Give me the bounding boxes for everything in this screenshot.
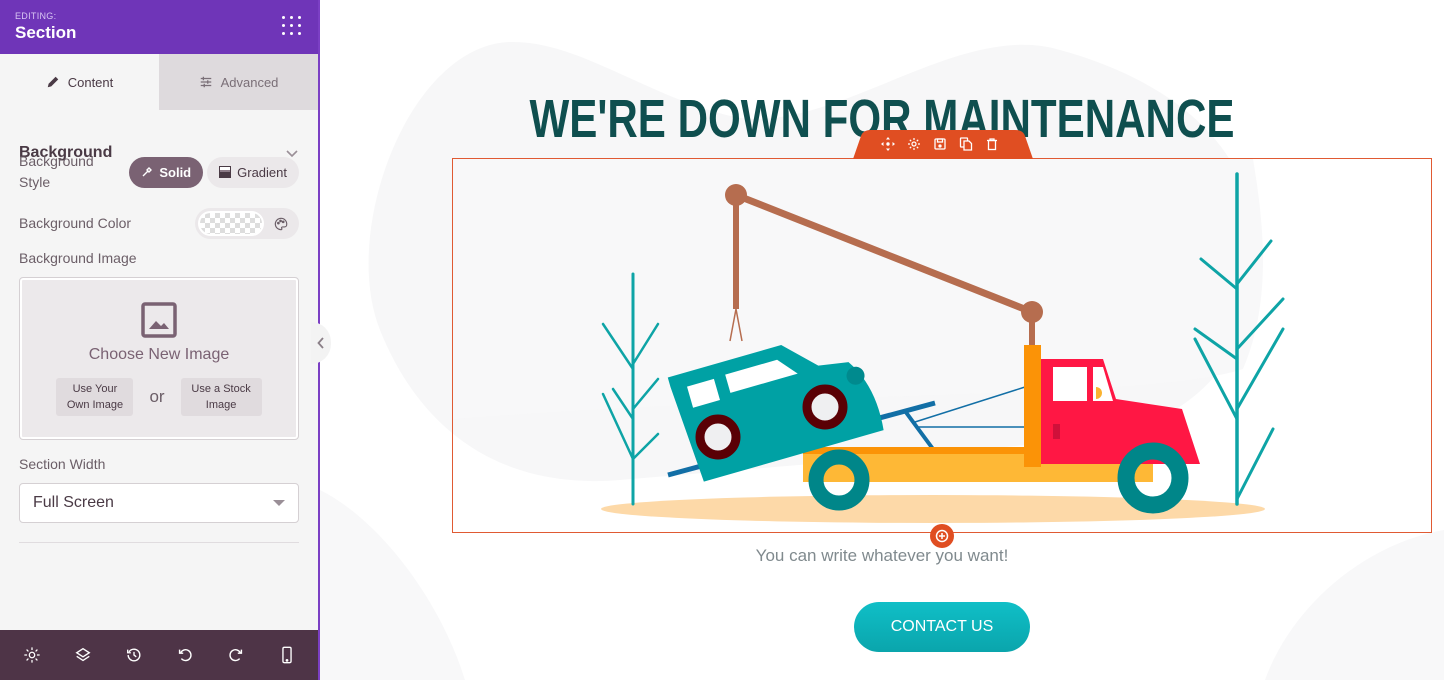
sidebar-footer-toolbar bbox=[0, 630, 318, 680]
editor-sidebar: EDITING: Section Content Advanced Backgr… bbox=[0, 0, 320, 680]
sidebar-header: EDITING: Section bbox=[0, 0, 318, 54]
tab-content-label: Content bbox=[67, 74, 114, 90]
redo-icon[interactable] bbox=[227, 646, 245, 664]
move-icon[interactable] bbox=[881, 137, 895, 151]
section-width-group: Section Width Full Screen bbox=[19, 454, 299, 523]
background-color-row: Background Color bbox=[19, 208, 299, 239]
gradient-option-label: Gradient bbox=[237, 164, 287, 180]
sliders-icon bbox=[200, 76, 211, 88]
save-icon[interactable] bbox=[933, 137, 947, 151]
background-style-toggle: Solid Gradient bbox=[129, 156, 299, 188]
choose-new-image-link[interactable]: Choose New Image bbox=[20, 346, 298, 364]
background-color-label: Background Color bbox=[19, 215, 132, 231]
image-icon[interactable] bbox=[141, 302, 177, 338]
sidebar-tabs: Content Advanced bbox=[0, 54, 318, 110]
background-image-label: Background Image bbox=[19, 250, 137, 266]
tab-advanced-label: Advanced bbox=[220, 74, 279, 90]
plus-circle-icon bbox=[935, 529, 949, 543]
editing-title: Section bbox=[15, 23, 77, 42]
use-own-image-button[interactable]: Use Your Own Image bbox=[56, 378, 134, 416]
section-width-select[interactable]: Full Screen bbox=[19, 483, 299, 523]
section-toolbar bbox=[881, 137, 999, 151]
selected-section[interactable] bbox=[452, 130, 1433, 548]
background-color-picker[interactable] bbox=[195, 208, 299, 239]
copy-icon[interactable] bbox=[959, 137, 973, 151]
tow-truck-illustration[interactable] bbox=[453, 159, 1433, 534]
delete-icon[interactable] bbox=[985, 137, 999, 151]
pencil-icon bbox=[47, 76, 58, 88]
caret-down-icon bbox=[273, 500, 285, 506]
image-source-actions: Use Your Own Image or Use a Stock Image bbox=[20, 378, 298, 416]
palette-icon[interactable] bbox=[274, 217, 288, 231]
undo-icon[interactable] bbox=[176, 646, 194, 664]
eyedropper-icon bbox=[142, 167, 153, 177]
solid-option-label: Solid bbox=[159, 164, 192, 180]
add-section-button[interactable] bbox=[930, 524, 954, 548]
gradient-option[interactable]: Gradient bbox=[207, 156, 299, 188]
editing-label: EDITING: bbox=[15, 11, 57, 21]
contact-us-button[interactable]: CONTACT US bbox=[854, 602, 1030, 652]
layers-icon[interactable] bbox=[74, 646, 92, 664]
solid-option[interactable]: Solid bbox=[129, 156, 204, 188]
mobile-icon[interactable] bbox=[278, 646, 296, 664]
tab-advanced[interactable]: Advanced bbox=[159, 54, 318, 110]
or-separator: or bbox=[149, 387, 165, 406]
background-style-label: Background Style bbox=[19, 153, 94, 190]
chevron-left-icon bbox=[317, 337, 324, 349]
background-image-dropzone[interactable]: Choose New Image Use Your Own Image or U… bbox=[19, 277, 299, 440]
settings-icon[interactable] bbox=[907, 137, 921, 151]
gradient-icon bbox=[219, 166, 232, 178]
section-width-label: Section Width bbox=[19, 456, 106, 472]
apps-grid-icon[interactable] bbox=[282, 16, 302, 36]
tab-content[interactable]: Content bbox=[0, 54, 159, 110]
background-style-row: Background Style Solid Gradient bbox=[19, 151, 299, 193]
section-width-value: Full Screen bbox=[33, 494, 114, 511]
background-image-group: Background Image Choose New Image Use Yo… bbox=[19, 248, 299, 440]
history-icon[interactable] bbox=[125, 646, 143, 664]
settings-icon[interactable] bbox=[23, 646, 41, 664]
page-builder: EDITING: Section Content Advanced Backgr… bbox=[0, 0, 1444, 680]
color-swatch[interactable] bbox=[198, 211, 264, 236]
use-stock-image-button[interactable]: Use a Stock Image bbox=[180, 378, 262, 416]
maintenance-subtitle[interactable]: You can write whatever you want! bbox=[320, 546, 1444, 566]
preview-canvas: WE'RE DOWN FOR MAINTENANCE You can write… bbox=[320, 0, 1444, 680]
panel-divider bbox=[19, 542, 299, 543]
background-panel: Background Background Style Solid Gradie… bbox=[0, 110, 318, 543]
